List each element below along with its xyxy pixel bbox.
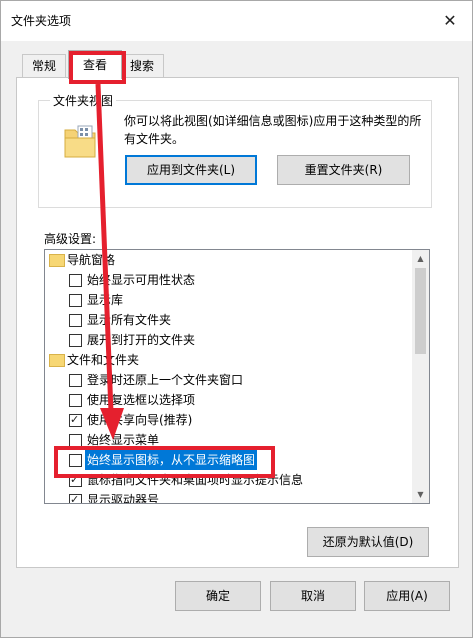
checkbox[interactable]	[69, 434, 82, 447]
folder-views-description: 你可以将此视图(如详细信息或图标)应用于这种类型的所有文件夹。	[124, 114, 422, 146]
tree-item-label: 登录时还原上一个文件夹窗口	[87, 373, 244, 387]
checkbox[interactable]	[69, 374, 82, 387]
tree-item-label: 导航窗格	[67, 253, 116, 267]
apply-to-folders-button[interactable]: 应用到文件夹(L)	[125, 155, 257, 185]
ok-button[interactable]: 确定	[175, 581, 261, 611]
tab-general[interactable]: 常规	[22, 54, 66, 77]
cancel-button[interactable]: 取消	[270, 581, 356, 611]
tree-item-label: 始终显示可用性状态	[87, 273, 196, 287]
scroll-up-icon[interactable]: ▲	[412, 250, 429, 267]
checkbox[interactable]	[69, 394, 82, 407]
title-bar: 文件夹选项 ✕	[1, 1, 472, 41]
folder-icon	[49, 254, 65, 267]
checkbox[interactable]	[69, 274, 82, 287]
checkbox-checked[interactable]	[69, 410, 82, 430]
tree-item-label: 显示库	[87, 293, 124, 307]
checkbox[interactable]	[69, 294, 82, 307]
checkbox[interactable]	[69, 314, 82, 327]
checkbox-checked[interactable]	[69, 490, 82, 503]
tree-item-label: 文件和文件夹	[67, 353, 140, 367]
tree-item-label: 使用共享向导(推荐)	[87, 413, 193, 427]
checkbox[interactable]	[69, 454, 82, 467]
folder-icon	[49, 354, 65, 367]
restore-defaults-button[interactable]: 还原为默认值(D)	[307, 527, 429, 557]
reset-folders-button[interactable]: 重置文件夹(R)	[277, 155, 410, 185]
tree-item-label: 显示驱动器号	[87, 493, 160, 504]
folder-view-icon	[64, 125, 96, 158]
advanced-settings-tree[interactable]: 导航窗格 始终显示可用性状态 显示库 显示所有文件夹 展开到打开的文件夹 文件和…	[44, 249, 430, 504]
tree-item-label: 展开到打开的文件夹	[87, 333, 196, 347]
window-title: 文件夹选项	[11, 14, 72, 28]
checkbox[interactable]	[69, 334, 82, 347]
scrollbar-thumb[interactable]	[415, 268, 426, 354]
tree-item-label: 始终显示菜单	[87, 433, 160, 447]
checkbox-checked[interactable]	[69, 470, 82, 490]
tree-item-label: 始终显示图标，从不显示缩略图	[85, 450, 258, 470]
tab-view[interactable]: 查看	[68, 50, 122, 79]
scroll-down-icon[interactable]: ▼	[412, 486, 429, 503]
tab-search[interactable]: 搜索	[120, 54, 164, 77]
folder-views-legend: 文件夹视图	[50, 92, 117, 109]
advanced-settings-label: 高级设置:	[44, 232, 97, 246]
tree-item-label: 鼠标指向文件夹和桌面项时显示提示信息	[87, 473, 304, 487]
apply-button[interactable]: 应用(A)	[364, 581, 450, 611]
tree-item-label: 显示所有文件夹	[87, 313, 172, 327]
close-icon[interactable]: ✕	[440, 11, 460, 31]
tree-item-label: 使用复选框以选择项	[87, 393, 196, 407]
vertical-scrollbar[interactable]: ▲ ▼	[412, 250, 429, 503]
